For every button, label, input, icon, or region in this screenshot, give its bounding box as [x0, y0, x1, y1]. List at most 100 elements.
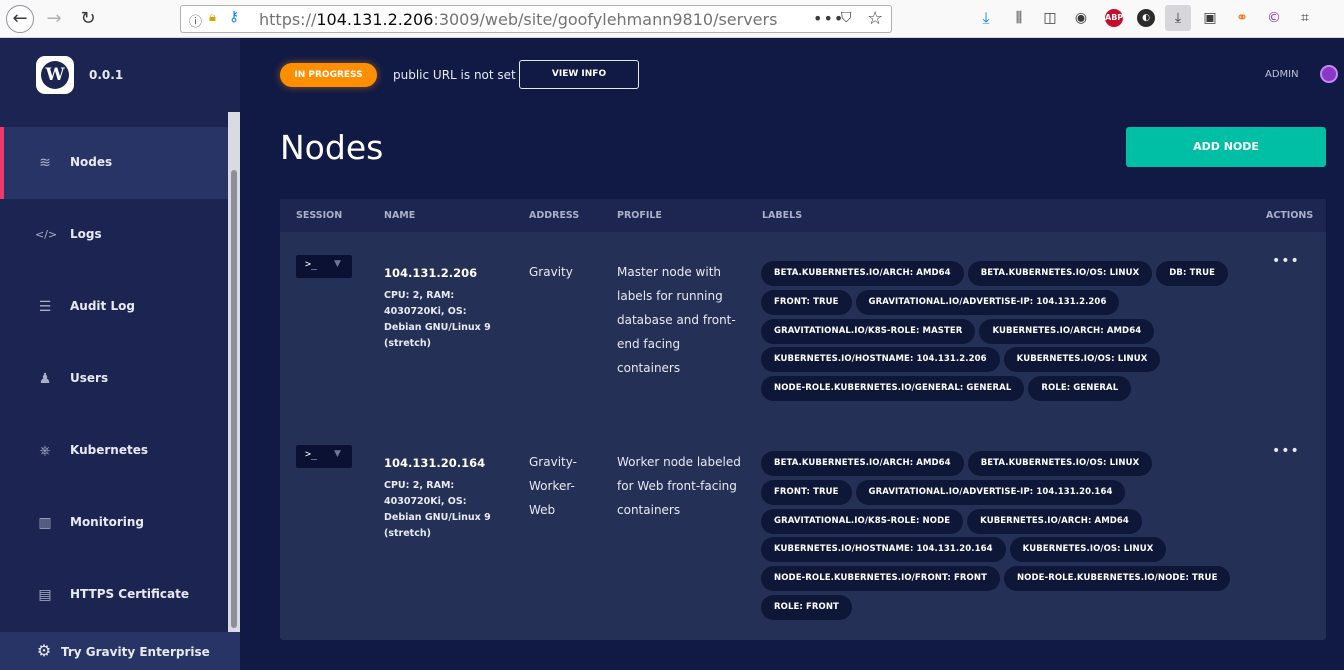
sidebar-item-users[interactable]: ♟ Users: [0, 343, 228, 415]
label-tag: ROLE: FRONT: [761, 594, 852, 620]
label-tag: NODE-ROLE.KUBERNETES.IO/GENERAL: GENERAL: [761, 376, 1025, 402]
label-tag: FRONT: TRUE: [761, 479, 852, 505]
label-tag: KUBERNETES.IO/OS: LINUX: [1003, 347, 1161, 373]
screenshot-icon[interactable]: ▣: [1201, 9, 1219, 27]
label-tag: KUBERNETES.IO/OS: LINUX: [1009, 537, 1167, 563]
label-tag: GRAVITATIONAL.IO/ADVERTISE-IP: 104.131.2…: [855, 479, 1126, 505]
crop-icon[interactable]: ⌗: [1296, 9, 1314, 27]
sidebar-item-https-certificate[interactable]: ▤ HTTPS Certificate: [0, 559, 228, 631]
sidebar-item-audit-log[interactable]: ☰ Audit Log: [0, 271, 228, 343]
try-enterprise-label: Try Gravity Enterprise: [61, 645, 210, 659]
column-header-labels: LABELS: [762, 210, 803, 221]
link-icon[interactable]: ⚭: [1233, 9, 1251, 27]
back-icon[interactable]: ←: [6, 5, 34, 33]
session-dropdown[interactable]: >_ ▼: [296, 445, 352, 468]
sidebar-item-kubernetes[interactable]: ⎈ Kubernetes: [0, 415, 228, 487]
terminal-icon: >_: [305, 259, 318, 270]
label-tag: BETA.KUBERNETES.IO/OS: LINUX: [967, 261, 1153, 286]
browser-toolbar: ← → ↻ ⓘ 🔒︎ ⚷ https://104.131.2.206:3009/…: [0, 0, 1344, 38]
users-icon: ♟: [38, 371, 52, 387]
label-tag: BETA.KUBERNETES.IO/ARCH: AMD64: [761, 451, 964, 476]
bookmark-star-icon[interactable]: ☆: [867, 8, 883, 29]
chevron-down-icon: ▼: [334, 449, 341, 459]
label-tag: KUBERNETES.IO/ARCH: AMD64: [979, 318, 1155, 344]
table-header: SESSION NAME ADDRESS PROFILE LABELS ACTI…: [280, 199, 1326, 232]
main-content: IN PROGRESS public URL is not set VIEW I…: [240, 38, 1344, 670]
certificate-icon: ▤: [38, 587, 52, 603]
node-hostname: 104.131.2.206: [384, 266, 478, 280]
url-text[interactable]: https://104.131.2.206:3009/web/site/goof…: [259, 10, 777, 29]
column-header-address: ADDRESS: [529, 210, 580, 221]
node-labels: BETA.KUBERNETES.IO/ARCH: AMD64 BETA.KUBE…: [761, 451, 1231, 624]
sidebar-icon[interactable]: ◫: [1041, 9, 1059, 27]
helm-icon: ⎈: [39, 443, 51, 459]
pocket-icon[interactable]: ⛉: [841, 10, 852, 26]
info-icon[interactable]: ⓘ: [189, 11, 203, 30]
extension-icon[interactable]: ◐: [1137, 9, 1155, 27]
more-icon[interactable]: •••: [813, 9, 844, 28]
column-header-name: NAME: [384, 210, 416, 221]
column-header-session: SESSION: [296, 210, 343, 221]
public-url-status: public URL is not set: [393, 68, 516, 82]
sidebar-scrollbar-thumb[interactable]: [231, 170, 237, 628]
reload-icon[interactable]: ↻: [74, 5, 102, 33]
node-specs: CPU: 2, RAM: 4030720Ki, OS: Debian GNU/L…: [384, 290, 491, 349]
terminal-icon: >_: [305, 449, 318, 460]
sidebar-item-label: Logs: [70, 227, 102, 241]
view-info-button[interactable]: VIEW INFO: [519, 60, 639, 89]
try-enterprise-button[interactable]: ⚙ Try Gravity Enterprise: [0, 632, 240, 670]
account-icon[interactable]: ◉: [1072, 9, 1090, 27]
user-menu-label[interactable]: ADMIN: [1265, 69, 1299, 80]
session-dropdown[interactable]: >_ ▼: [296, 255, 352, 278]
sidebar-item-monitoring[interactable]: ▥ Monitoring: [0, 487, 228, 559]
label-tag: BETA.KUBERNETES.IO/OS: LINUX: [967, 451, 1153, 476]
label-tag: NODE-ROLE.KUBERNETES.IO/FRONT: FRONT: [761, 566, 1000, 592]
add-node-button[interactable]: ADD NODE: [1126, 127, 1326, 167]
label-tag: GRAVITATIONAL.IO/K8S-ROLE: MASTER: [761, 318, 976, 344]
label-tag: KUBERNETES.IO/HOSTNAME: 104.131.20.164: [761, 537, 1006, 563]
key-icon[interactable]: ⚷: [229, 9, 239, 25]
brand: W 0.0.1: [0, 38, 240, 112]
sidebar-item-label: Monitoring: [70, 515, 144, 529]
copyright-icon[interactable]: ©: [1265, 9, 1283, 27]
sidebar-item-label: Audit Log: [70, 299, 135, 313]
sidebar-item-nodes[interactable]: ≋ Nodes: [0, 127, 228, 199]
downloads-active-icon[interactable]: ⤓: [1165, 5, 1191, 31]
sidebar-item-label: Kubernetes: [70, 443, 148, 457]
sidebar-item-logs[interactable]: </> Logs: [0, 199, 228, 271]
label-tag: ROLE: GENERAL: [1028, 376, 1132, 402]
label-tag: NODE-ROLE.KUBERNETES.IO/NODE: TRUE: [1003, 566, 1231, 592]
row-actions-menu-icon[interactable]: •••: [1272, 443, 1300, 459]
node-address: Gravity: [529, 265, 573, 279]
node-labels: BETA.KUBERNETES.IO/ARCH: AMD64 BETA.KUBE…: [761, 261, 1231, 405]
gear-icon: ⚙: [36, 641, 52, 660]
sidebar-item-label: HTTPS Certificate: [70, 587, 189, 601]
layers-icon: ≋: [39, 155, 51, 171]
version-label: 0.0.1: [89, 68, 124, 82]
column-header-actions: ACTIONS: [1266, 210, 1314, 221]
wordpress-logo-icon[interactable]: W: [36, 56, 74, 94]
label-tag: KUBERNETES.IO/ARCH: AMD64: [967, 508, 1142, 534]
forward-icon[interactable]: →: [40, 5, 68, 33]
label-tag: BETA.KUBERNETES.IO/ARCH: AMD64: [761, 261, 964, 286]
avatar[interactable]: [1320, 65, 1338, 83]
lock-icon[interactable]: 🔒︎: [209, 10, 216, 25]
chevron-down-icon: ▼: [334, 259, 341, 269]
chart-icon: ▥: [38, 515, 52, 531]
download-icon[interactable]: ⤓: [977, 9, 995, 27]
row-actions-menu-icon[interactable]: •••: [1272, 253, 1300, 269]
node-hostname: 104.131.20.164: [384, 456, 486, 470]
nodes-table: SESSION NAME ADDRESS PROFILE LABELS ACTI…: [280, 199, 1326, 640]
code-icon: </>: [35, 228, 58, 241]
label-tag: KUBERNETES.IO/HOSTNAME: 104.131.2.206: [761, 347, 1000, 373]
status-badge: IN PROGRESS: [280, 63, 377, 87]
list-icon: ☰: [38, 299, 52, 315]
sidebar-item-label: Nodes: [70, 155, 113, 169]
library-icon[interactable]: ⫼: [1010, 9, 1028, 27]
column-header-profile: PROFILE: [617, 210, 662, 221]
node-profile: Master node with labels for running data…: [617, 265, 736, 375]
sidebar: W 0.0.1 ≋ Nodes </> Logs ☰ Audit Log ♟ U…: [0, 38, 240, 670]
adblock-icon[interactable]: ABP: [1105, 9, 1123, 27]
address-bar[interactable]: ⓘ 🔒︎ ⚷ https://104.131.2.206:3009/web/si…: [180, 5, 892, 33]
sidebar-item-label: Users: [70, 371, 109, 385]
